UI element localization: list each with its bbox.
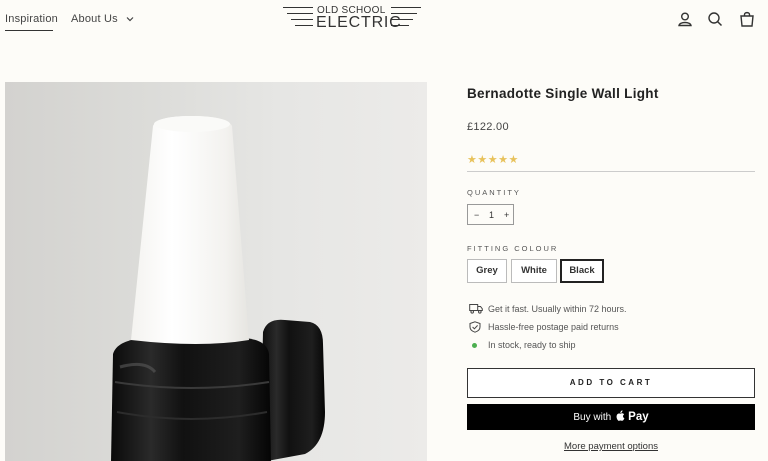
- buy-with-apple-pay-button[interactable]: Buy with Pay: [467, 404, 755, 430]
- apple-pay-logo: Pay: [614, 410, 649, 423]
- colour-option-white[interactable]: White: [511, 259, 557, 283]
- delivery-truck-icon: [469, 304, 483, 314]
- logo-line: [283, 7, 313, 9]
- in-stock-dot-icon: [472, 343, 477, 348]
- product-image[interactable]: [5, 82, 427, 461]
- buy-with-label: Buy with: [573, 412, 612, 423]
- quantity-input[interactable]: 1: [489, 210, 494, 220]
- site-logo[interactable]: OLD SCHOOL ELECTRIC: [283, 4, 421, 34]
- more-payment-options-link[interactable]: More payment options: [467, 441, 755, 452]
- search-icon[interactable]: [707, 11, 723, 27]
- product-price: £122.00: [467, 121, 509, 133]
- rating-stars[interactable]: ★★★★★: [467, 153, 519, 166]
- feature-stock-text: In stock, ready to ship: [488, 340, 576, 350]
- cart-icon[interactable]: [739, 11, 755, 27]
- site-header: Inspiration About Us OLD SCHOOL ELECTRIC: [0, 0, 768, 46]
- nav-about-us[interactable]: About Us: [71, 13, 134, 25]
- logo-line: [291, 19, 313, 21]
- wall-light-illustration: [111, 116, 325, 461]
- add-to-cart-button[interactable]: ADD TO CART: [467, 368, 755, 398]
- logo-line: [295, 25, 313, 27]
- quantity-label: QUANTITY: [467, 188, 521, 197]
- nav-inspiration-label: Inspiration: [5, 13, 58, 25]
- fitting-colour-label: FITTING COLOUR: [467, 244, 559, 253]
- account-icon[interactable]: [677, 11, 693, 27]
- logo-text-bottom: ELECTRIC: [316, 14, 402, 31]
- logo-line: [391, 7, 421, 9]
- colour-option-grey[interactable]: Grey: [467, 259, 507, 283]
- logo-line: [287, 13, 313, 15]
- chevron-down-icon: [126, 17, 134, 22]
- nav-active-underline: [5, 30, 53, 31]
- colour-option-black[interactable]: Black: [560, 259, 604, 283]
- pay-label: Pay: [628, 411, 649, 423]
- nav-inspiration[interactable]: Inspiration: [5, 13, 58, 31]
- divider: [467, 171, 755, 172]
- quantity-increase-button[interactable]: +: [504, 210, 509, 220]
- quantity-decrease-button[interactable]: −: [474, 210, 479, 220]
- feature-returns-text: Hassle-free postage paid returns: [488, 322, 619, 332]
- feature-delivery-text: Get it fast. Usually within 72 hours.: [488, 304, 627, 314]
- apple-icon: [616, 410, 625, 421]
- nav-about-label: About Us: [71, 13, 118, 25]
- shield-check-icon: [469, 321, 481, 333]
- product-title: Bernadotte Single Wall Light: [467, 86, 659, 101]
- quantity-stepper: − 1 +: [467, 204, 514, 225]
